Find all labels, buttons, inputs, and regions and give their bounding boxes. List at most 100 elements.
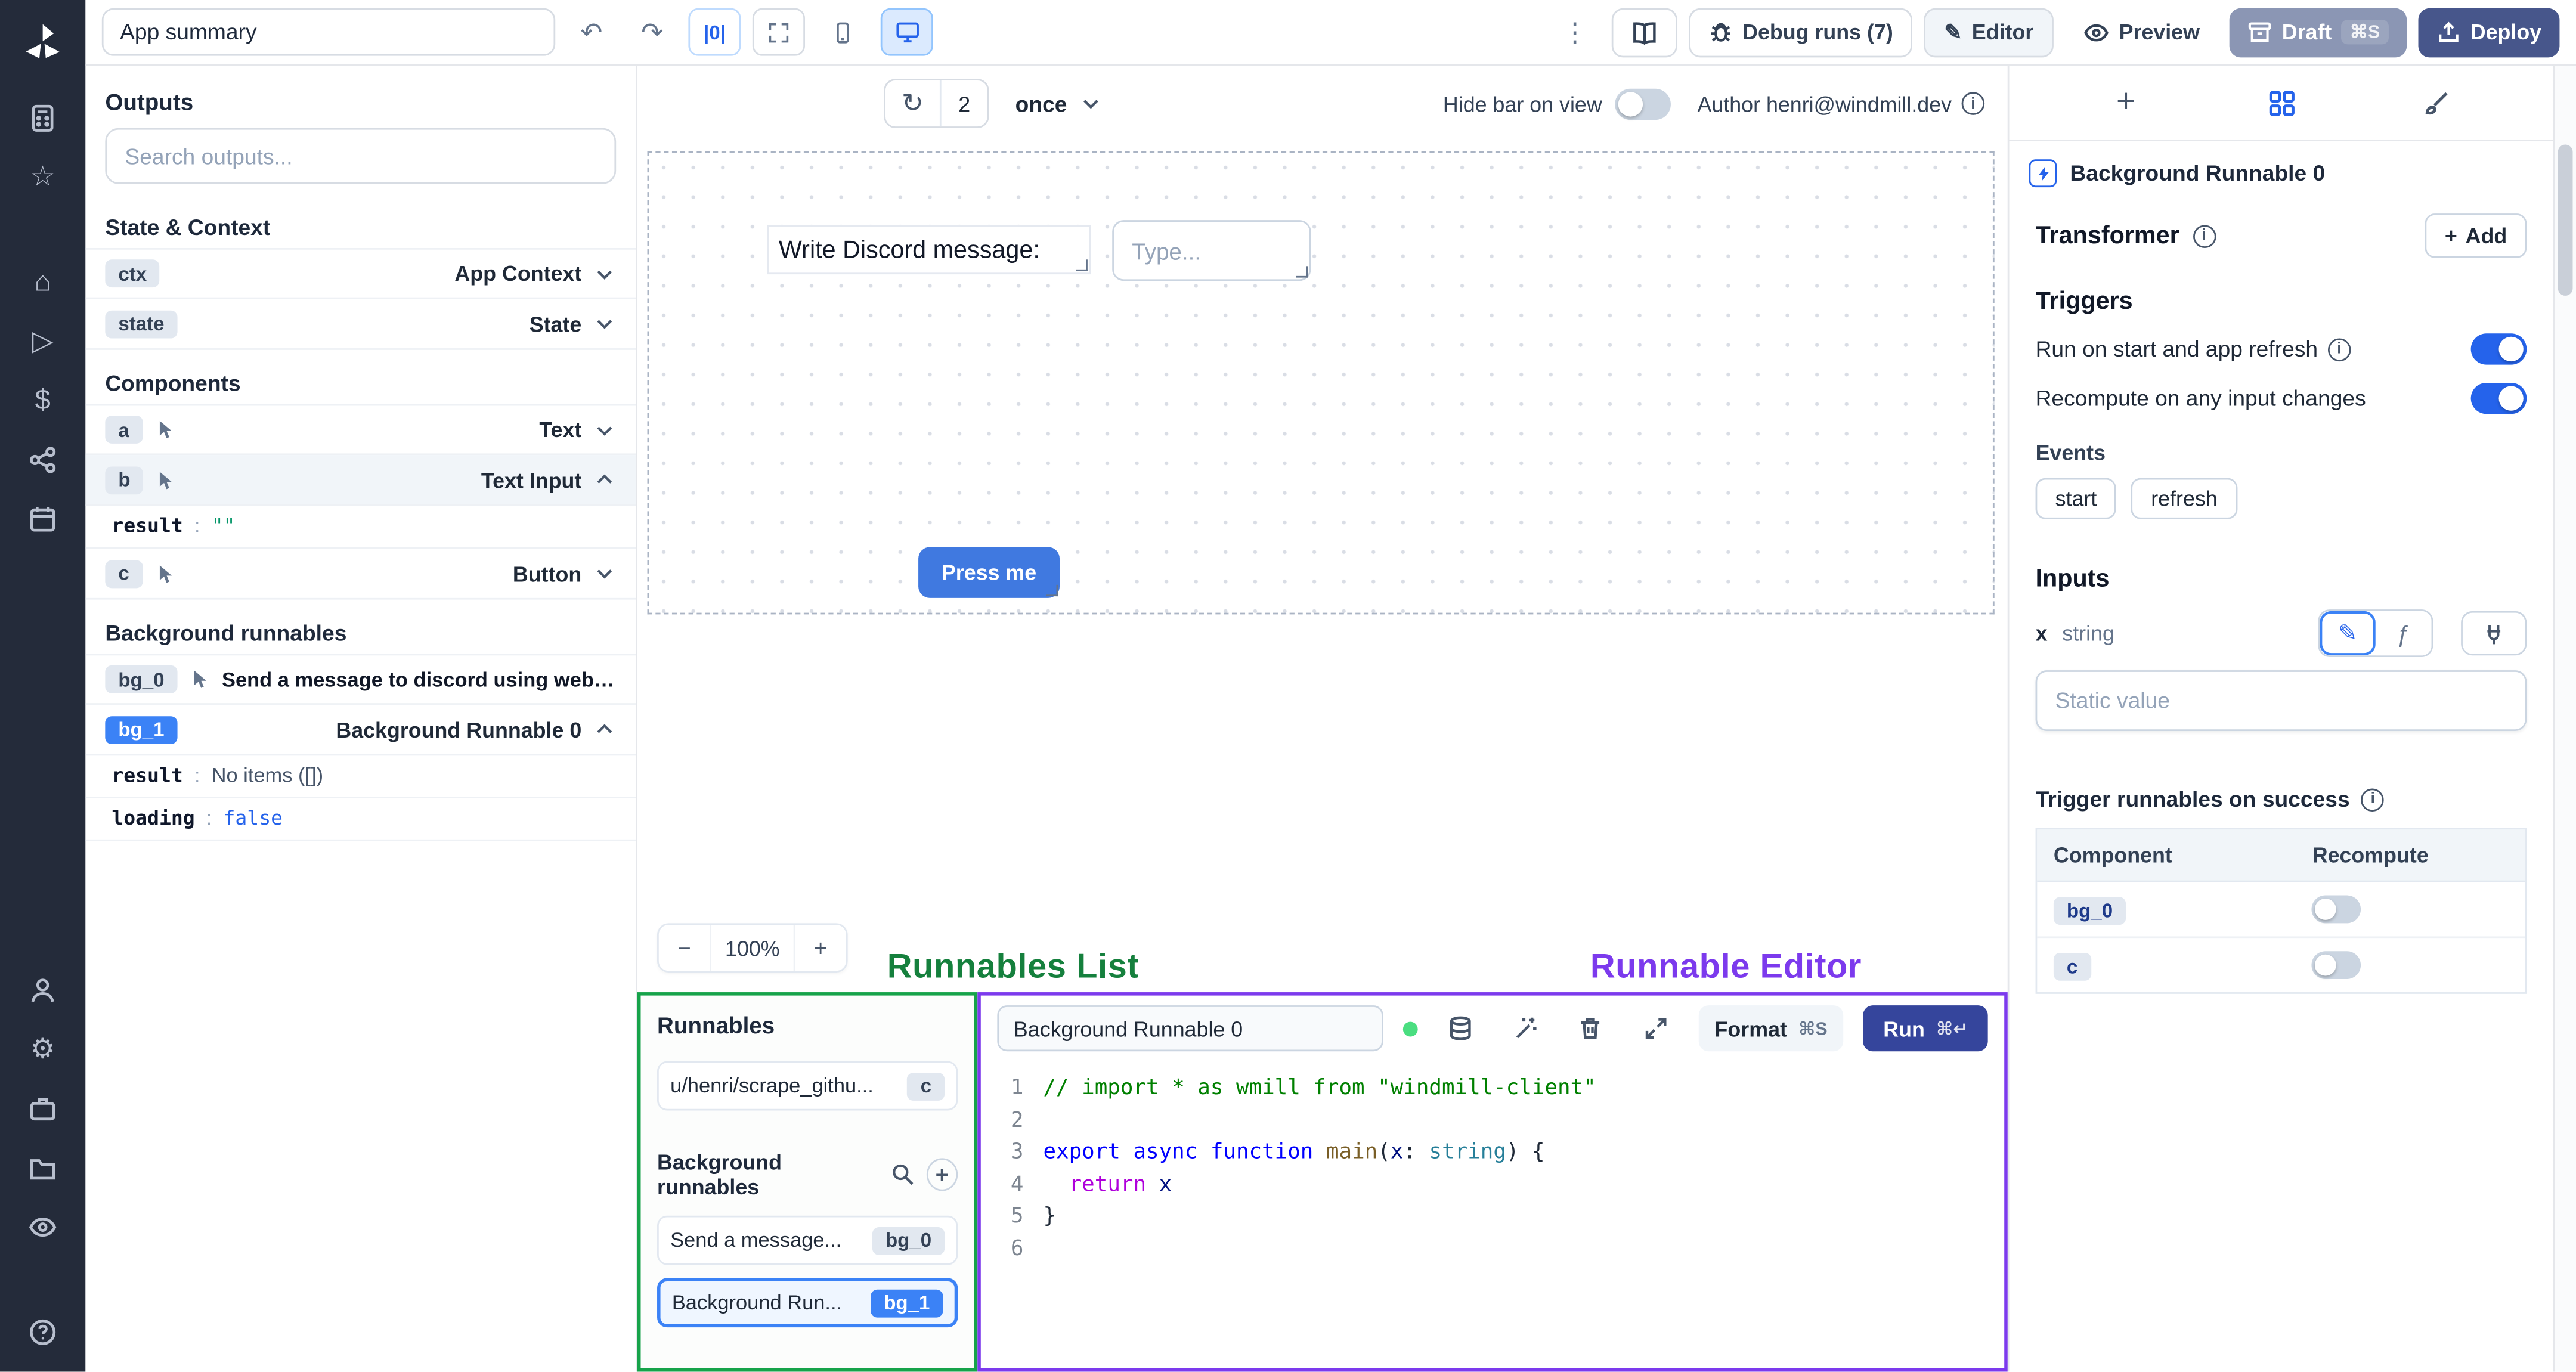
mobile-view-icon[interactable] [816,8,869,56]
window-scrollbar[interactable] [2553,66,2576,1372]
zoom-out-button[interactable]: − [659,925,711,971]
output-row-c[interactable]: c Button [85,549,636,600]
app-summary-input[interactable] [101,8,556,56]
code-editor[interactable]: 123456 // import * as wmill from "windmi… [981,1061,2004,1368]
add-transformer-button[interactable]: + Add [2425,213,2527,258]
code-lines[interactable]: // import * as wmill from "windmill-clie… [1043,1073,2004,1368]
deploy-icon [2438,21,2458,42]
deploy-button[interactable]: Deploy [2417,7,2560,57]
app-canvas[interactable]: Write Discord message: Type... Press me … [637,141,2008,992]
chevron-up-icon[interactable] [593,718,617,741]
output-row-bg1[interactable]: bg_1 Background Runnable 0 [85,705,636,756]
select-pointer-icon[interactable] [189,668,210,690]
insert-component-tab-icon[interactable]: + [2101,78,2151,128]
settings-gear-icon[interactable]: ⚙ [13,1022,72,1078]
output-row-state[interactable]: state State [85,299,636,350]
chevron-down-icon[interactable] [593,418,617,441]
select-pointer-icon[interactable] [154,419,175,441]
editor-tab-button[interactable]: ✎ Editor [1924,7,2054,57]
schedules-calendar-icon[interactable] [13,491,72,547]
refresh-control[interactable]: ↻ 2 [884,79,989,128]
component-settings-tab-icon[interactable] [2256,78,2306,128]
delete-trash-icon[interactable] [1568,1005,1614,1051]
expand-icon[interactable] [1633,1005,1679,1051]
chevron-up-icon[interactable] [593,468,617,491]
debug-runs-button[interactable]: Debug runs (7) [1688,7,1913,57]
button-component-c[interactable]: Press me [918,547,1060,598]
chevron-down-icon[interactable] [593,262,617,285]
search-outputs-input[interactable] [105,128,617,184]
preview-label: Preview [2119,20,2200,45]
home-icon[interactable]: ⌂ [13,255,72,311]
event-refresh-badge[interactable]: refresh [2131,478,2237,519]
audit-logs-eye-icon[interactable] [13,1199,72,1255]
runnable-item-script[interactable]: u/henri/scrape_githu... c [657,1061,958,1111]
runnable-item-bg0[interactable]: Send a message... bg_0 [657,1215,958,1265]
static-value-pencil-icon[interactable]: ✎ [2320,611,2376,656]
info-icon[interactable] [2327,337,2351,361]
text-input-component-b[interactable]: Type... [1112,220,1311,281]
ai-wand-icon[interactable] [1503,1005,1548,1051]
windmill-logo-icon[interactable] [13,13,72,72]
static-value-input[interactable] [2035,670,2527,732]
variables-dollar-icon[interactable]: $ [13,373,72,429]
center-align-icon[interactable]: |0| [688,8,741,56]
run-button[interactable]: Run ⌘↵ [1863,1005,1988,1052]
favorites-star-icon[interactable]: ☆ [13,150,72,206]
user-icon[interactable] [13,962,72,1018]
info-icon[interactable] [2192,224,2216,247]
chevron-down-icon[interactable] [593,312,617,335]
folders-icon[interactable] [13,1140,72,1196]
runnable-item-bg1[interactable]: Background Run... bg_1 [657,1278,958,1328]
canvas-grid-frame[interactable]: Write Discord message: Type... Press me [647,151,1995,615]
info-icon[interactable] [1961,92,1985,115]
select-pointer-icon[interactable] [154,563,175,584]
runnables-list-annotation: Runnables List [887,947,1140,986]
runs-play-icon[interactable]: ▷ [13,314,72,370]
preview-tab-button[interactable]: Preview [2064,7,2218,57]
chevron-down-icon[interactable] [593,562,617,585]
c-recompute-toggle[interactable] [2312,951,2362,980]
zoom-level: 100% [725,936,780,961]
interval-select[interactable]: once [1015,91,1102,116]
recompute-on-change-toggle[interactable] [2470,382,2527,414]
chevron-down-icon [1082,100,1098,109]
draft-button[interactable]: Draft ⌘S [2229,7,2407,57]
more-menu-icon[interactable]: ⋮ [1550,8,1600,56]
desktop-view-icon[interactable] [880,8,933,56]
resources-icon[interactable] [13,432,72,488]
styling-brush-tab-icon[interactable] [2411,78,2461,128]
bg1-label: Background Runnable 0 [336,717,582,742]
apps-icon[interactable] [13,91,72,147]
select-pointer-icon[interactable] [155,469,177,491]
workers-briefcase-icon[interactable] [13,1081,72,1137]
help-icon[interactable] [13,1305,72,1361]
search-icon[interactable] [890,1162,915,1188]
output-row-b[interactable]: b Text Input [85,455,636,506]
fullscreen-icon[interactable] [752,8,805,56]
expression-fn-icon[interactable]: ƒ [2375,611,2432,656]
output-row-a[interactable]: a Text [85,404,636,456]
undo-icon[interactable]: ↶ [567,8,617,56]
scrollbar-thumb[interactable] [2558,144,2573,296]
event-start-badge[interactable]: start [2035,478,2117,519]
connect-plug-icon[interactable] [2461,611,2527,656]
outputs-title: Outputs [105,88,194,115]
refresh-icon[interactable]: ↻ [886,80,942,127]
runnable-name-input[interactable] [997,1005,1384,1052]
state-context-section-title: State & Context [105,215,271,240]
run-on-start-toggle[interactable] [2470,333,2527,365]
info-icon[interactable] [2361,788,2385,811]
docs-button[interactable] [1611,7,1677,57]
hide-bar-toggle[interactable] [1615,88,1671,119]
text-component-a[interactable]: Write Discord message: [767,225,1091,275]
bg0-recompute-toggle[interactable] [2312,895,2362,924]
bg1-result-value: No items ([]) [211,764,324,787]
zoom-in-button[interactable]: + [793,925,846,971]
format-button[interactable]: Format ⌘S [1698,1005,1844,1052]
redo-icon[interactable]: ↷ [627,8,677,56]
output-row-bg0[interactable]: bg_0 Send a message to discord using web… [85,654,636,705]
cache-db-icon[interactable] [1438,1005,1483,1051]
output-row-ctx[interactable]: ctx App Context [85,248,636,299]
add-runnable-button[interactable]: + [926,1158,958,1191]
